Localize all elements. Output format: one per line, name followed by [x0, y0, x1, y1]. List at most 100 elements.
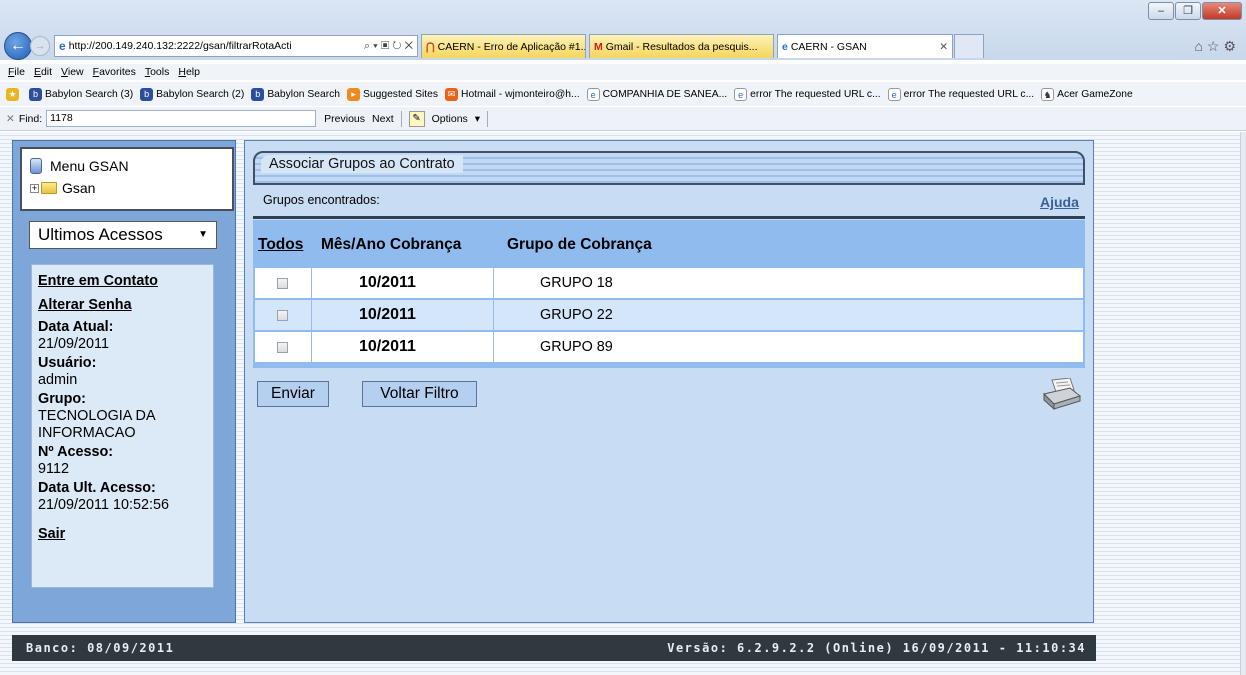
find-options-button[interactable]: Options	[432, 113, 468, 125]
find-input[interactable]: 1178	[46, 110, 317, 127]
info-label: Grupo:	[38, 391, 86, 407]
month-cell: 10/2011	[311, 332, 494, 362]
tree-label: Gsan	[62, 180, 96, 196]
fav-error-1[interactable]: e error The requested URL c...	[734, 87, 881, 101]
menu-edit[interactable]: Edit	[34, 66, 52, 78]
user-info-box: Entre em Contato Alterar Senha Data Atua…	[31, 264, 214, 588]
favorites-bar: ★ b Babylon Search (3) b Babylon Search (2…	[0, 82, 1246, 106]
row-checkbox[interactable]	[277, 341, 288, 353]
select-value: Ultimos Acessos	[38, 225, 163, 244]
divider	[487, 110, 489, 127]
menu-title-row: Menu GSAN	[30, 155, 232, 177]
row-checkbox[interactable]	[277, 277, 288, 289]
divider	[400, 110, 402, 127]
change-password-link[interactable]: Alterar Senha	[38, 293, 213, 317]
babylon-icon: b	[29, 87, 42, 101]
suggested-sites-icon: ▸	[347, 87, 361, 101]
fav-acer-gamezone[interactable]: ♞ Acer GameZone	[1041, 87, 1133, 101]
info-value: admin	[38, 372, 78, 388]
table-row: 10/2011 GRUPO 89	[255, 332, 1083, 362]
close-find-icon[interactable]: ✕	[6, 113, 15, 125]
fav-babylon[interactable]: b Babylon Search	[251, 87, 340, 101]
acer-icon: ♞	[1041, 87, 1055, 101]
tab-label: Gmail - Resultados da pesquis...	[605, 40, 758, 53]
select-all-link[interactable]: Todos	[258, 236, 303, 254]
fav-companhia[interactable]: e COMPANHIA DE SANEA...	[586, 87, 727, 101]
tab-gmail[interactable]: M Gmail - Resultados da pesquis...	[589, 34, 774, 58]
printer-icon[interactable]	[1040, 378, 1082, 410]
babylon-icon: b	[251, 87, 265, 101]
menu-favorites[interactable]: Favorites	[93, 66, 136, 78]
fav-error-2[interactable]: e error The requested URL c...	[887, 87, 1034, 101]
page-title: Associar Grupos ao Contrato	[261, 155, 463, 173]
close-window-button[interactable]: ✕	[1202, 2, 1242, 20]
find-next-button[interactable]: Next	[372, 113, 394, 125]
help-link[interactable]: Ajuda	[1040, 194, 1079, 210]
table-row: 10/2011 GRUPO 18	[255, 268, 1083, 298]
recent-access-select[interactable]: Ultimos Acessos ▼	[29, 221, 217, 249]
find-previous-button[interactable]: Previous	[324, 113, 365, 125]
menu-view[interactable]: View	[61, 66, 84, 78]
find-label: Find:	[18, 112, 43, 125]
info-label: Usuário:	[38, 355, 97, 371]
window-controls: – ❐ ✕	[1148, 2, 1242, 20]
navigation-row: ← → e http://200.149.240.132:2222/gsan/f…	[4, 32, 984, 60]
info-label: Nº Acesso:	[38, 444, 114, 460]
address-controls[interactable]: ⌕ ▾ ▣ ↻ ✕	[364, 40, 417, 53]
info-value: 21/09/2011	[38, 336, 109, 352]
menu-bar: File Edit View Favorites Tools Help	[0, 64, 1246, 80]
ie-page-icon: e	[734, 87, 748, 101]
ie-icon: e	[59, 39, 66, 53]
new-tab-button[interactable]	[954, 34, 984, 58]
menu-tools[interactable]: Tools	[145, 66, 170, 78]
expand-icon[interactable]: +	[30, 183, 39, 193]
highlight-icon[interactable]: ✎	[408, 110, 425, 127]
back-button[interactable]: ←	[4, 32, 32, 60]
ie-page-icon: e	[887, 87, 901, 101]
version-info: Versão: 6.2.9.2.2 (Online) 16/09/2011 - …	[667, 641, 1086, 655]
forward-button[interactable]: →	[30, 36, 50, 56]
chevron-down-icon: ▼	[198, 229, 208, 240]
close-tab-icon[interactable]: ✕	[939, 41, 948, 53]
tab-caern-error[interactable]: ⋂ CAERN - Erro de Aplicação #1...	[421, 34, 586, 58]
minimize-button[interactable]: –	[1148, 2, 1174, 20]
tab-label: CAERN - Erro de Aplicação #1...	[437, 40, 586, 53]
menu-title: Menu GSAN	[50, 158, 129, 174]
group-cell: GRUPO 18	[540, 275, 613, 291]
send-button[interactable]: Enviar	[257, 381, 329, 407]
address-text: http://200.149.240.132:2222/gsan/filtrar…	[68, 40, 292, 52]
computer-icon	[30, 158, 42, 174]
vertical-scrollbar[interactable]	[1240, 132, 1246, 675]
favorites-star-icon[interactable]: ★	[6, 87, 22, 101]
find-bar: ✕ Find: 1178 Previous Next ✎ Options ▾	[0, 107, 1246, 131]
maximize-button[interactable]: ❐	[1175, 2, 1201, 20]
hotmail-icon: ✉	[445, 87, 459, 101]
info-value: TECNOLOGIA DA INFORMACAO	[38, 408, 155, 441]
fav-hotmail[interactable]: ✉ Hotmail - wjmonteiro@h...	[445, 87, 580, 101]
tab-label: CAERN - GSAN	[790, 40, 867, 53]
menu-file[interactable]: File	[8, 66, 25, 78]
fav-suggested-sites[interactable]: ▸ Suggested Sites	[347, 87, 438, 101]
info-value: 21/09/2011 10:52:56	[38, 497, 169, 513]
contact-link[interactable]: Entre em Contato	[38, 269, 213, 293]
row-checkbox[interactable]	[277, 309, 288, 321]
back-to-filter-button[interactable]: Voltar Filtro	[362, 381, 477, 407]
info-value: 9112	[38, 461, 69, 477]
ie-page-icon: e	[586, 87, 600, 101]
chevron-down-icon: ▾	[474, 112, 481, 125]
fav-babylon-2[interactable]: b Babylon Search (2)	[140, 87, 244, 101]
logout-link[interactable]: Sair	[38, 522, 213, 546]
panel-header: Associar Grupos ao Contrato	[253, 151, 1085, 185]
address-bar[interactable]: e http://200.149.240.132:2222/gsan/filtr…	[54, 35, 418, 57]
found-label: Grupos encontrados:	[263, 193, 380, 207]
month-cell: 10/2011	[311, 300, 494, 330]
fav-babylon-3[interactable]: b Babylon Search (3)	[29, 87, 133, 101]
bank-date: Banco: 08/09/2011	[26, 641, 175, 655]
tab-gsan[interactable]: e CAERN - GSAN ✕	[777, 34, 953, 58]
groups-table: Todos Mês/Ano Cobrança Grupo de Cobrança…	[253, 220, 1085, 368]
tree-item-gsan[interactable]: + Gsan	[30, 177, 232, 199]
browser-tools-icons[interactable]: ⌂☆⚙	[1194, 38, 1240, 55]
table-row: 10/2011 GRUPO 22	[255, 300, 1083, 330]
group-cell: GRUPO 22	[540, 307, 613, 323]
menu-help[interactable]: Help	[178, 66, 200, 78]
